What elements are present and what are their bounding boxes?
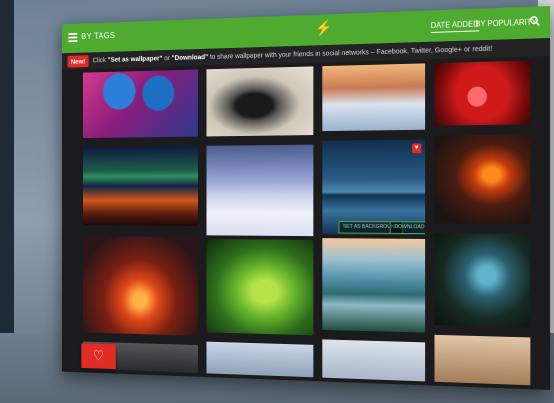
search-icon[interactable] (529, 15, 540, 26)
download-button[interactable]: DOWNLOAD (389, 221, 426, 235)
tab-by-popularity[interactable]: BY POPULARITY (475, 17, 536, 30)
wallpaper-tile-robots[interactable] (82, 69, 198, 139)
wallpaper-tile-partial[interactable] (322, 339, 426, 382)
wallpaper-tile-rose[interactable] (434, 60, 531, 126)
heart-icon: ♡ (92, 348, 104, 365)
menu-icon[interactable] (68, 32, 78, 43)
wallpaper-tile-partial[interactable] (206, 341, 314, 378)
notice-download: "Download" (171, 52, 209, 62)
wallpaper-tile-partial[interactable] (434, 334, 531, 386)
wallpaper-tile-ink[interactable] (206, 66, 314, 137)
wallpaper-grid: ♥ SET AS BACKGROUND DOWNLOAD (80, 56, 535, 386)
lightning-bolt-icon: ⚡ (315, 19, 332, 37)
wallpaper-tile-snowroad[interactable] (206, 144, 314, 237)
wallpaper-tile-volcano[interactable] (434, 134, 531, 224)
wallpaper-tile-lava[interactable] (82, 236, 198, 336)
favorite-heart-icon[interactable]: ♥ (412, 143, 422, 154)
tab-date-added[interactable]: DATE ADDED (430, 19, 479, 33)
notice-text-2: or (162, 53, 172, 63)
wallpaper-tile-valley[interactable] (322, 238, 426, 333)
wallpaper-app-window: BY TAGS ⚡ DATE ADDED BY POPULARITY New! C… (61, 6, 550, 390)
section-by-tags[interactable]: BY TAGS (81, 31, 115, 41)
notice-set-wallpaper: "Set as wallpaper" (107, 53, 163, 64)
wallpaper-tile-aurora[interactable] (82, 145, 198, 226)
new-badge: New! (67, 54, 89, 68)
wallpaper-tile-snowhill[interactable] (322, 63, 426, 132)
wallpaper-tile-leaf[interactable] (206, 239, 314, 336)
notice-text-1: Click (92, 55, 108, 65)
wallpaper-tile-cave[interactable] (434, 233, 531, 328)
wallpaper-tile-bled[interactable]: ♥ SET AS BACKGROUND DOWNLOAD (322, 139, 426, 236)
favorites-button[interactable]: ♡ (81, 343, 116, 370)
